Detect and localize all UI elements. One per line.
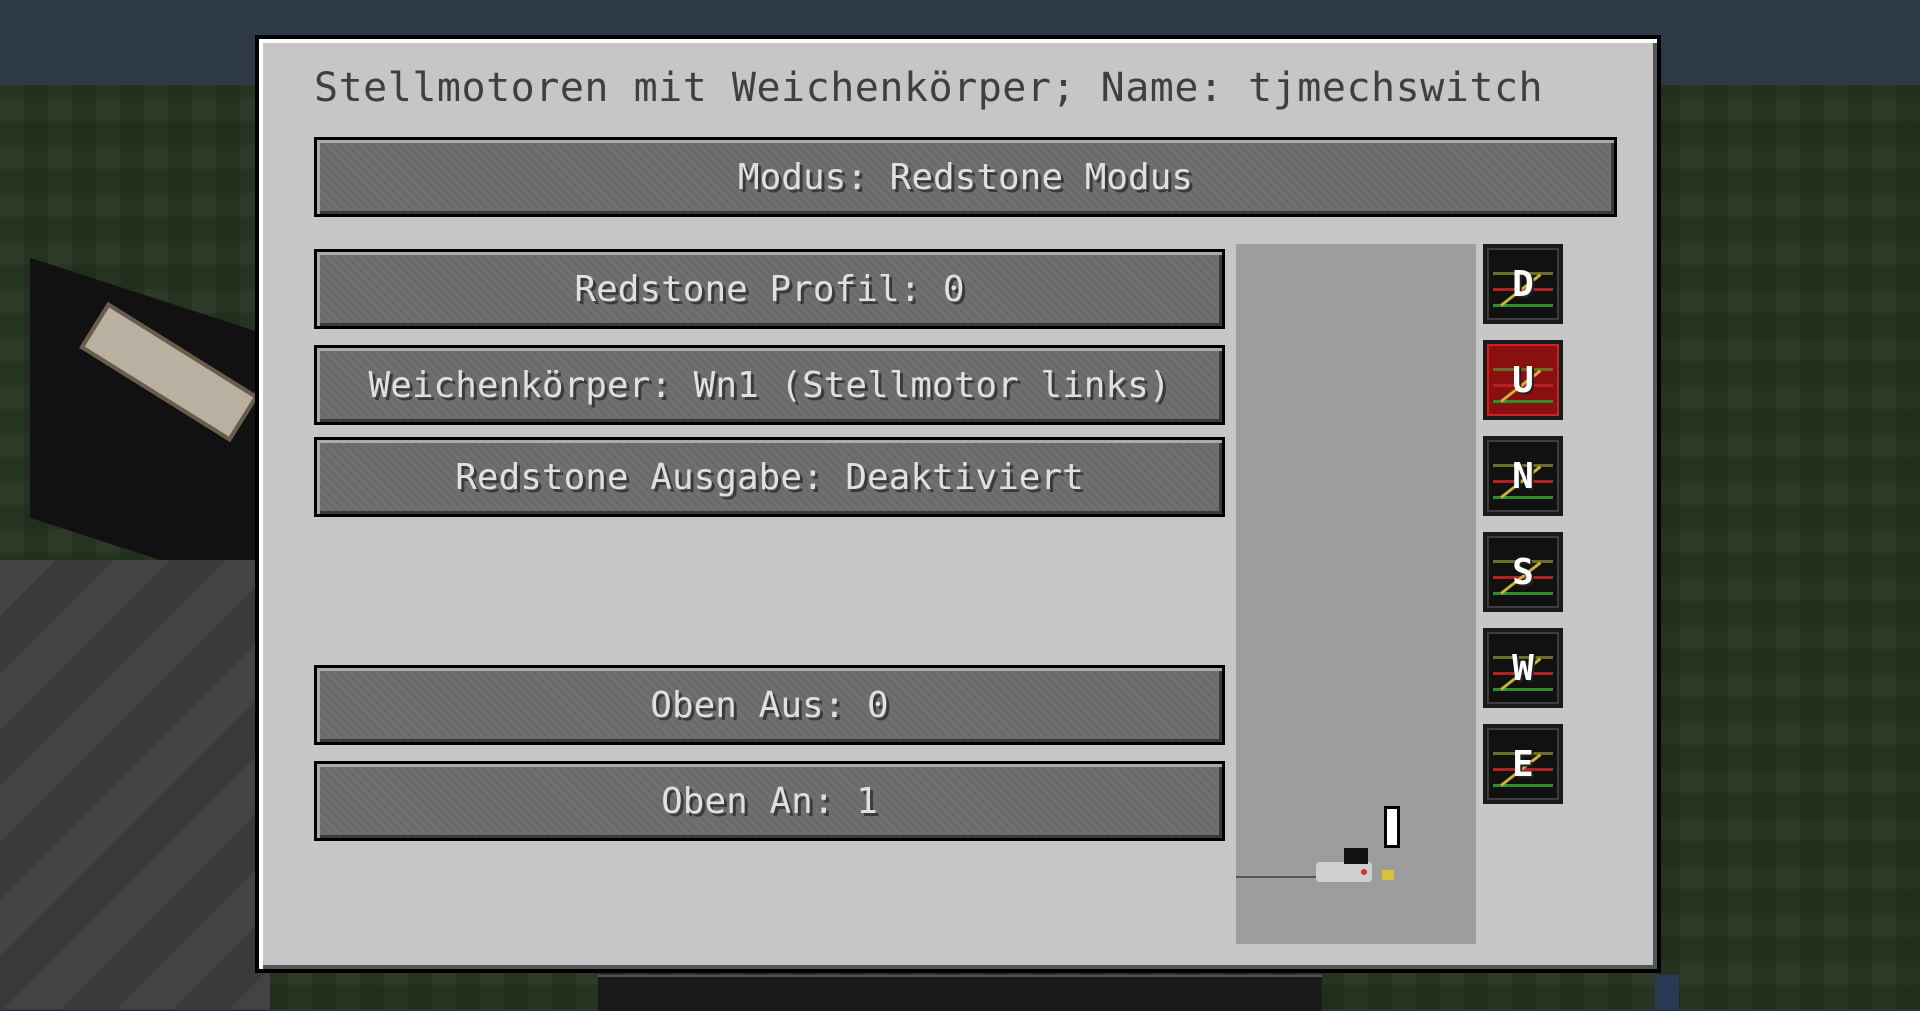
hotbar-edge [1655, 975, 1679, 1009]
preview-switch-sign [1384, 806, 1400, 848]
switch-body-button[interactable]: Weichenkörper: Wn1 (Stellmotor links) [314, 345, 1225, 425]
preview-motor-cover [1344, 848, 1368, 864]
redstone-output-button[interactable]: Redstone Ausgabe: Deaktiviert [314, 437, 1225, 517]
side-button-east[interactable]: E [1483, 724, 1563, 804]
redstone-profile-button[interactable]: Redstone Profil: 0 [314, 249, 1225, 329]
preview-motor-light [1361, 869, 1367, 875]
side-label-west: W [1512, 647, 1534, 689]
top-off-button[interactable]: Oben Aus: 0 [314, 665, 1225, 745]
side-label-north: N [1512, 455, 1534, 497]
hotbar [598, 975, 1322, 1011]
preview-lamp [1382, 870, 1394, 880]
window-title: Stellmotoren mit Weichenkörper; Name: tj… [314, 65, 1544, 111]
switch-settings-window: Stellmotoren mit Weichenkörper; Name: tj… [255, 35, 1661, 973]
block-preview[interactable] [1236, 244, 1476, 944]
stone-block [0, 560, 270, 1009]
side-label-east: E [1512, 743, 1534, 785]
side-label-south: S [1512, 551, 1534, 593]
side-label-down: D [1512, 263, 1534, 305]
top-on-button[interactable]: Oben An: 1 [314, 761, 1225, 841]
side-button-west[interactable]: W [1483, 628, 1563, 708]
side-button-down[interactable]: D [1483, 244, 1563, 324]
mode-button[interactable]: Modus: Redstone Modus [314, 137, 1617, 217]
side-button-north[interactable]: N [1483, 436, 1563, 516]
side-button-south[interactable]: S [1483, 532, 1563, 612]
side-label-up: U [1512, 359, 1534, 401]
preview-track [1236, 876, 1326, 878]
side-button-up[interactable]: U [1483, 340, 1563, 420]
